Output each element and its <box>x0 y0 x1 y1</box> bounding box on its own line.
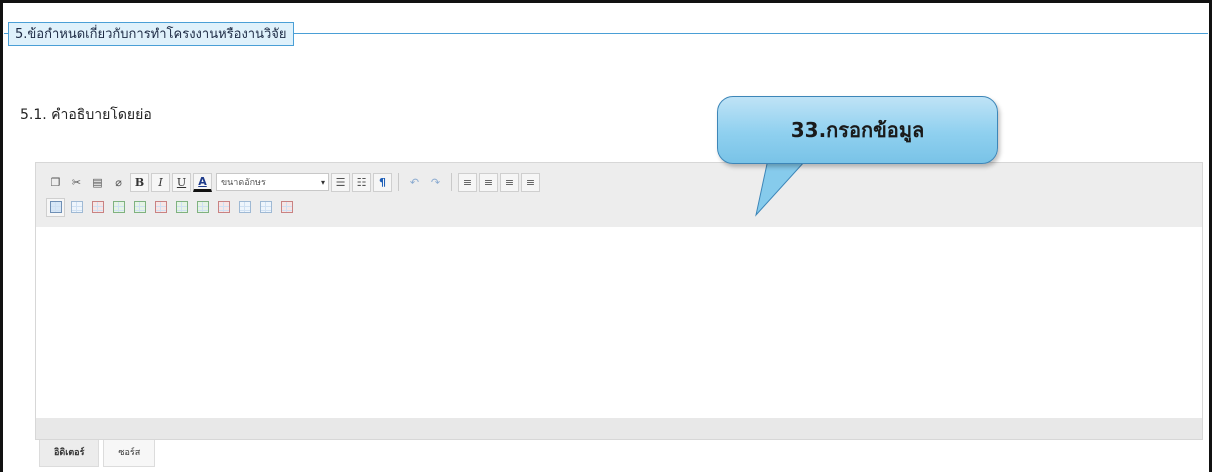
instruction-callout: 33.กรอกข้อมูล <box>717 96 998 164</box>
callout-tail <box>755 149 817 217</box>
